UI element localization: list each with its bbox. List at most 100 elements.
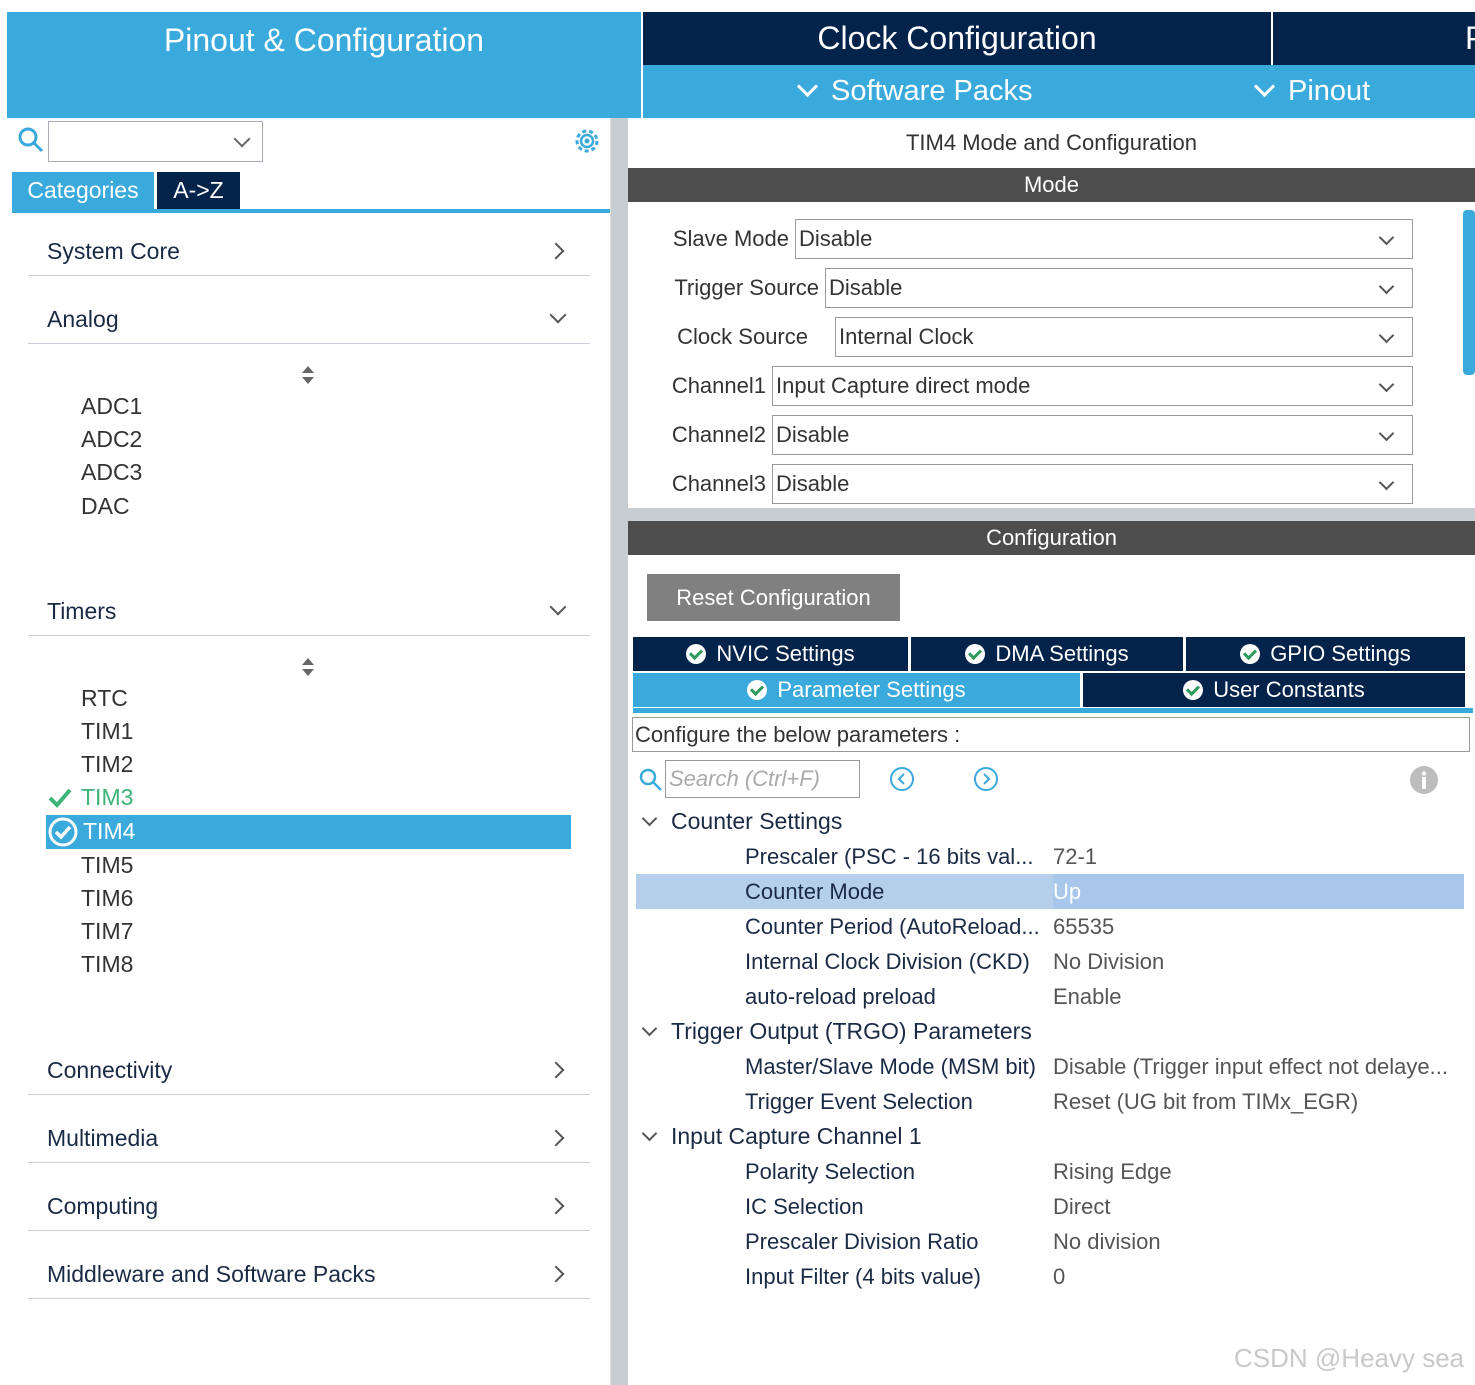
param-row[interactable]: Prescaler Division Ratio No division (636, 1224, 1464, 1259)
list-item-tim2[interactable]: TIM2 (81, 748, 133, 781)
tab-clock-configuration[interactable]: Clock Configuration (643, 12, 1271, 65)
param-row[interactable]: IC Selection Direct (636, 1189, 1464, 1224)
chevron-down-icon (796, 75, 819, 98)
list-item-adc3[interactable]: ADC3 (81, 456, 142, 489)
check-circle-icon (747, 680, 768, 700)
chevron-down-icon (641, 1020, 658, 1037)
channel3-select[interactable]: Disable (772, 464, 1413, 504)
list-item-tim1[interactable]: TIM1 (81, 715, 133, 748)
chevron-down-icon (1378, 327, 1395, 344)
list-item-tim5[interactable]: TIM5 (81, 849, 133, 882)
software-packs-label: Software Packs (831, 75, 1033, 107)
param-value[interactable]: No Division (1053, 944, 1164, 979)
chevron-down-icon (549, 598, 567, 616)
list-item-tim4[interactable]: TIM4 (83, 815, 135, 848)
mode-scrollbar[interactable] (1463, 210, 1475, 375)
param-name: Counter Period (AutoReload... (745, 914, 1040, 939)
slave-mode-select[interactable]: Disable (795, 219, 1413, 259)
clock-source-select[interactable]: Internal Clock (835, 317, 1413, 357)
gear-icon[interactable] (572, 126, 602, 156)
tab-project-manager[interactable]: P (1273, 12, 1475, 65)
group-label: Trigger Output (TRGO) Parameters (671, 1018, 1032, 1044)
pinout-menu[interactable]: Pinout (1253, 65, 1370, 118)
param-value[interactable]: Up (1053, 874, 1464, 909)
list-item-adc2[interactable]: ADC2 (81, 423, 142, 456)
list-item-tim8[interactable]: TIM8 (81, 948, 133, 981)
list-item-rtc[interactable]: RTC (81, 682, 128, 715)
list-item-adc1[interactable]: ADC1 (81, 390, 142, 423)
chevron-down-icon (1378, 425, 1395, 442)
category-timers[interactable]: Timers (28, 586, 590, 636)
param-name: Counter Mode (745, 879, 885, 904)
param-value[interactable]: Rising Edge (1053, 1154, 1172, 1189)
param-value[interactable]: Enable (1053, 979, 1122, 1014)
reset-configuration-button[interactable]: Reset Configuration (647, 574, 900, 621)
channel2-select[interactable]: Disable (772, 415, 1413, 455)
tab-nvic-settings[interactable]: NVIC Settings (633, 637, 908, 671)
search-icon[interactable] (18, 127, 44, 153)
group-counter-settings[interactable]: Counter Settings (639, 804, 842, 839)
param-value[interactable]: Reset (UG bit from TIMx_EGR) (1053, 1084, 1358, 1119)
category-search-combo[interactable] (48, 121, 263, 162)
category-label: Middleware and Software Packs (47, 1261, 376, 1287)
select-value: Internal Clock (839, 324, 974, 349)
category-middleware[interactable]: Middleware and Software Packs (28, 1249, 590, 1299)
param-row[interactable]: Trigger Event Selection Reset (UG bit fro… (636, 1084, 1464, 1119)
splitter[interactable] (628, 508, 1475, 521)
param-value[interactable]: 72-1 (1053, 839, 1097, 874)
tab-pinout-configuration[interactable]: Pinout & Configuration (7, 12, 641, 118)
tab-parameter-settings[interactable]: Parameter Settings (633, 673, 1080, 707)
group-trigger-output[interactable]: Trigger Output (TRGO) Parameters (639, 1014, 1032, 1049)
trigger-source-select[interactable]: Disable (825, 268, 1413, 308)
param-value[interactable]: 0 (1053, 1259, 1065, 1294)
param-row[interactable]: auto-reload preload Enable (636, 979, 1464, 1014)
sort-icon[interactable] (301, 658, 315, 678)
tab-user-constants[interactable]: User Constants (1083, 673, 1465, 707)
top-bar: Pinout & Configuration Clock Configurati… (0, 0, 1475, 118)
param-row[interactable]: Input Filter (4 bits value) 0 (636, 1259, 1464, 1294)
sort-icon[interactable] (301, 366, 315, 386)
check-circle-icon (965, 644, 986, 664)
tab-a-to-z[interactable]: A->Z (157, 172, 240, 209)
parameter-search-input[interactable]: Search (Ctrl+F) (665, 760, 860, 798)
list-item-tim3[interactable]: TIM3 (81, 781, 133, 814)
category-connectivity[interactable]: Connectivity (28, 1045, 590, 1095)
mode-header: Mode (628, 168, 1475, 202)
param-value[interactable]: No division (1053, 1224, 1161, 1259)
software-packs-menu[interactable]: Software Packs (796, 65, 1033, 118)
channel1-select[interactable]: Input Capture direct mode (772, 366, 1413, 406)
list-item-dac[interactable]: DAC (81, 490, 130, 523)
param-value[interactable]: Disable (Trigger input effect not delaye… (1053, 1049, 1448, 1084)
previous-result-icon[interactable] (889, 766, 915, 792)
next-result-icon[interactable] (973, 766, 999, 792)
param-value[interactable]: Direct (1053, 1189, 1110, 1224)
clock-source-label: Clock Source (677, 324, 808, 349)
info-icon[interactable] (1409, 765, 1439, 795)
tab-gpio-settings[interactable]: GPIO Settings (1186, 637, 1465, 671)
category-system-core[interactable]: System Core (28, 226, 590, 276)
chevron-right-icon (547, 1129, 565, 1147)
category-computing[interactable]: Computing (28, 1181, 590, 1231)
configuration-header: Configuration (628, 521, 1475, 555)
param-row[interactable]: Polarity Selection Rising Edge (636, 1154, 1464, 1189)
tab-underline (633, 708, 1473, 713)
param-value[interactable]: 65535 (1053, 909, 1114, 944)
param-name: Prescaler Division Ratio (745, 1229, 979, 1254)
category-multimedia[interactable]: Multimedia (28, 1113, 590, 1163)
tab-categories[interactable]: Categories (12, 172, 154, 209)
param-name: Input Filter (4 bits value) (745, 1264, 981, 1289)
list-item-tim6[interactable]: TIM6 (81, 882, 133, 915)
param-row[interactable]: Prescaler (PSC - 16 bits val... 72-1 (636, 839, 1464, 874)
panel-divider[interactable] (611, 118, 628, 1385)
category-analog[interactable]: Analog (28, 294, 590, 344)
list-item-tim7[interactable]: TIM7 (81, 915, 133, 948)
param-row[interactable]: Counter Period (AutoReload... 65535 (636, 909, 1464, 944)
param-row[interactable]: Master/Slave Mode (MSM bit) Disable (Trig… (636, 1049, 1464, 1084)
param-row-selected[interactable]: Counter Mode Up (636, 874, 1464, 909)
param-name: Master/Slave Mode (MSM bit) (745, 1054, 1036, 1079)
group-input-capture-channel-1[interactable]: Input Capture Channel 1 (639, 1119, 922, 1154)
chevron-down-icon (233, 130, 251, 148)
param-row[interactable]: Internal Clock Division (CKD) No Division (636, 944, 1464, 979)
tab-dma-settings[interactable]: DMA Settings (911, 637, 1183, 671)
chevron-down-icon (641, 1125, 658, 1142)
